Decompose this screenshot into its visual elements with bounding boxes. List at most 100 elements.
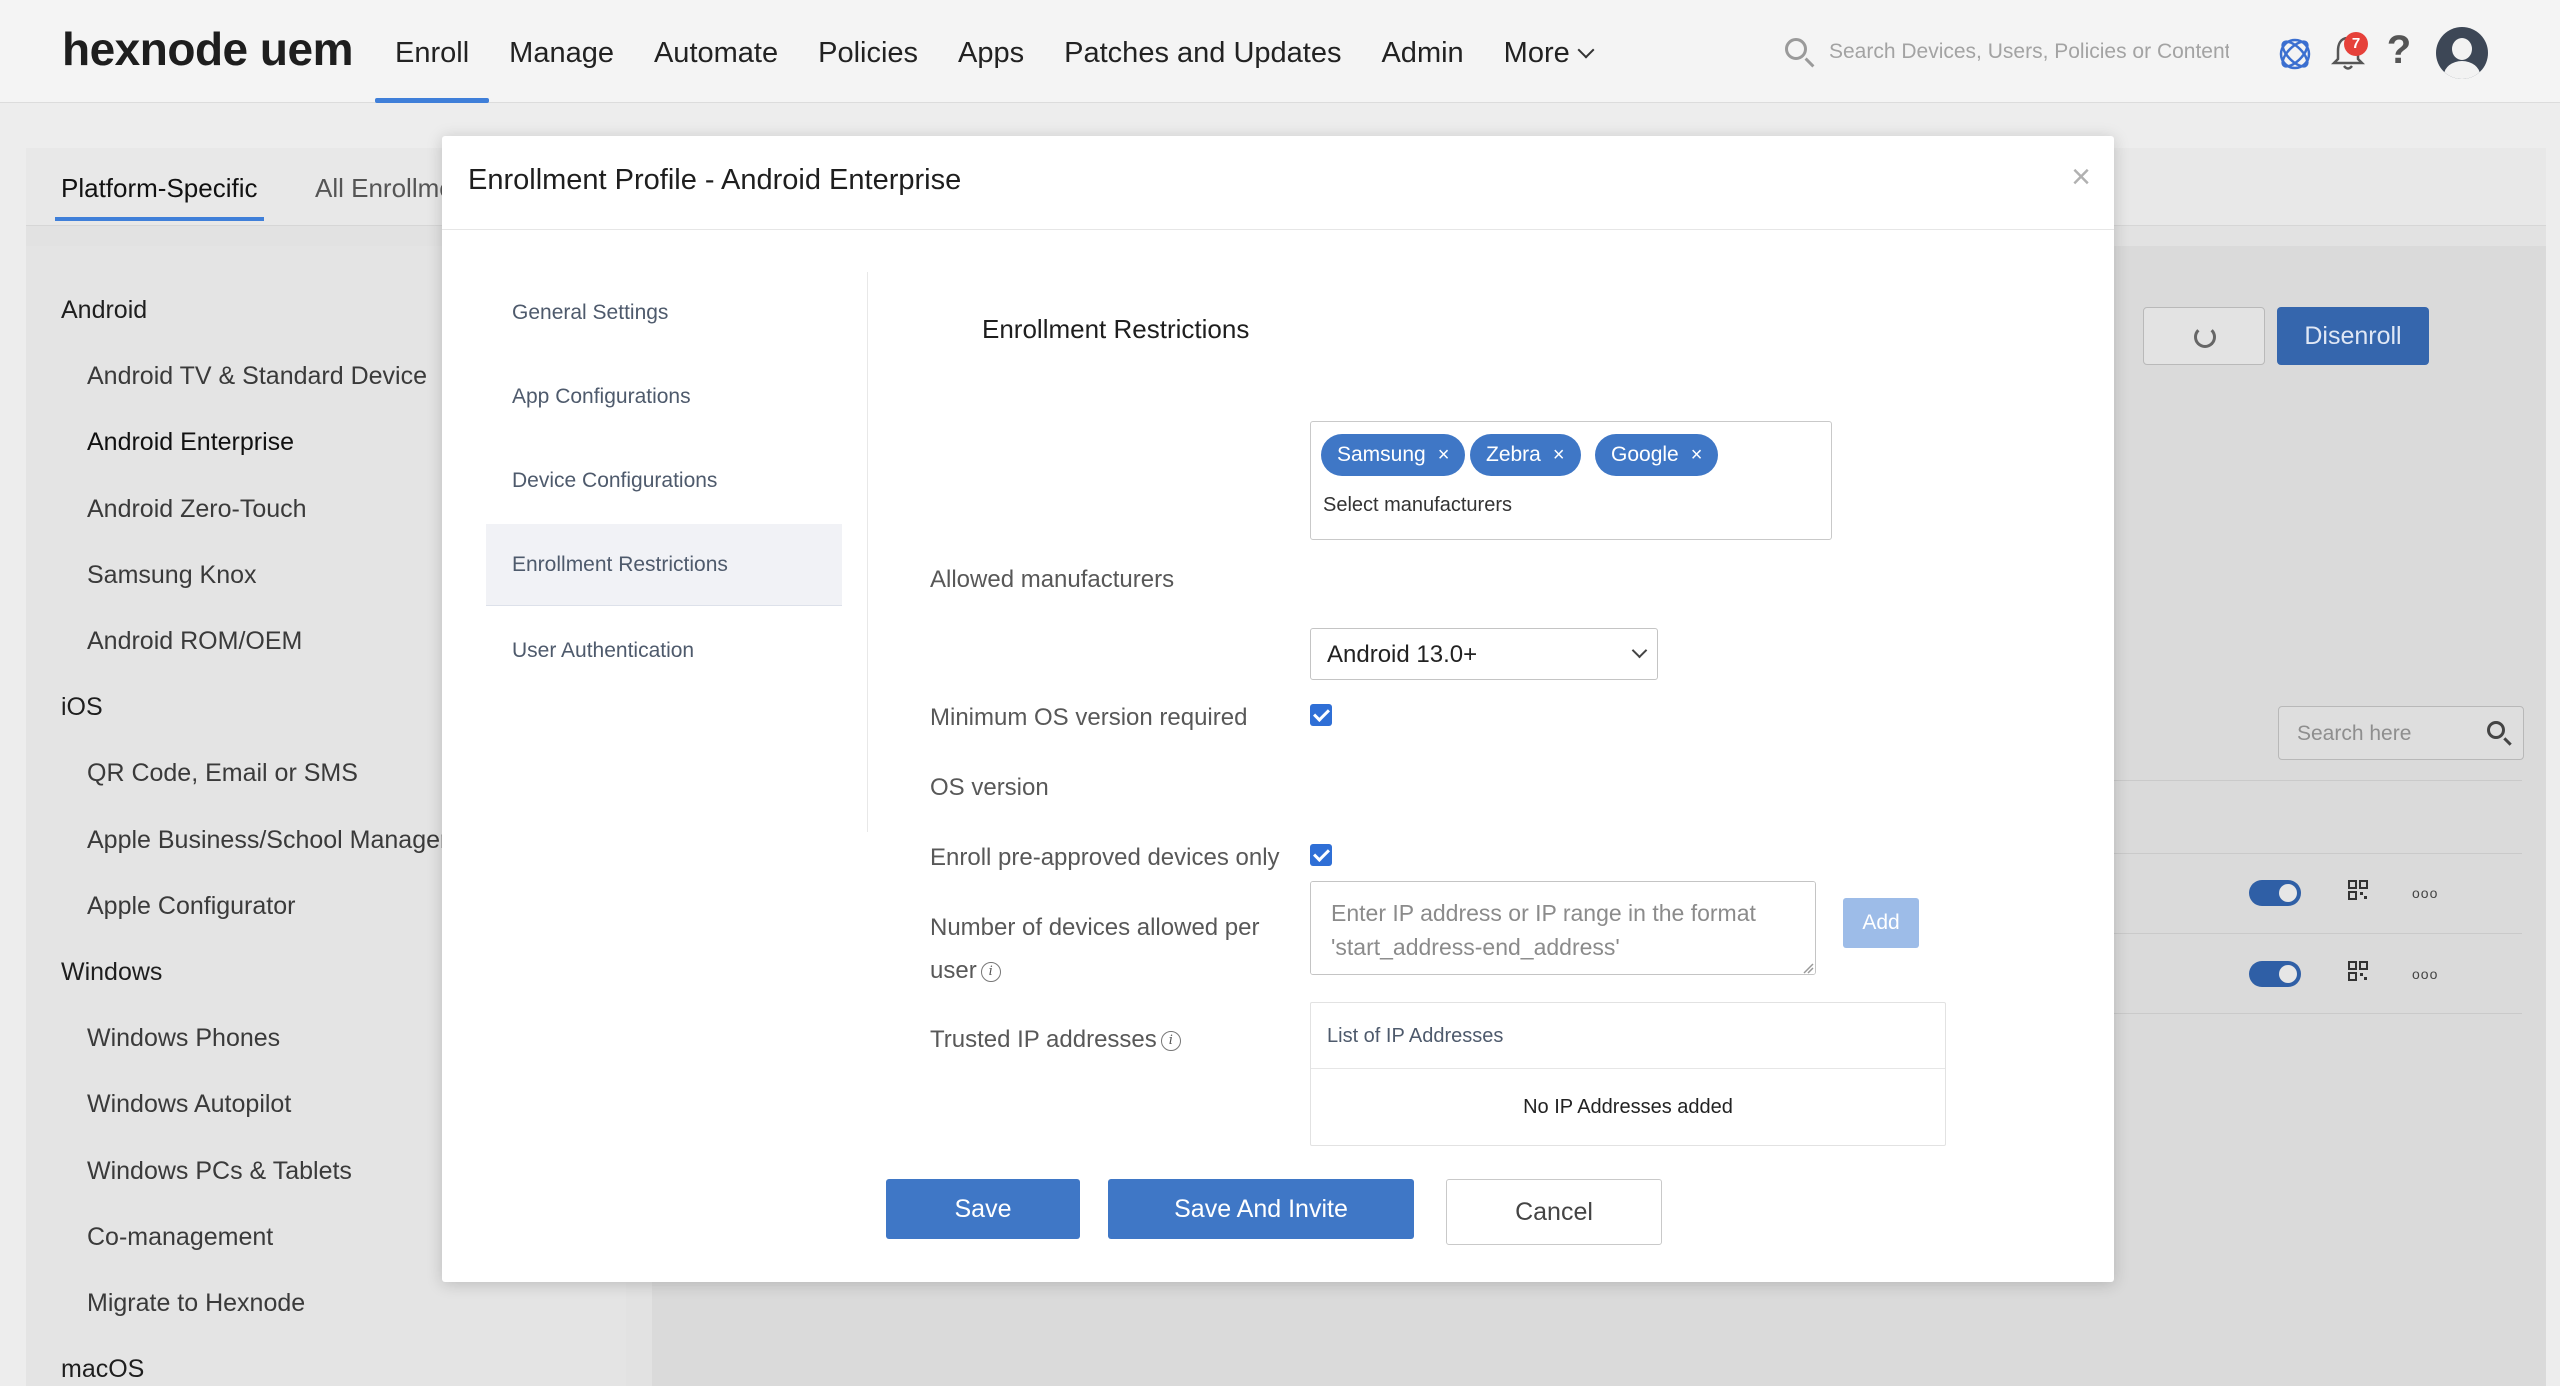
manufacturer-chip: Samsung × bbox=[1321, 434, 1466, 476]
allowed-manufacturers-label-text: Allowed manufacturers bbox=[930, 566, 1175, 593]
devices-per-user-label: Number of devices allowed per user i bbox=[930, 906, 1260, 992]
sidebar-item[interactable]: Apple Business/School Manager bbox=[87, 826, 448, 855]
nav-automate[interactable]: Automate bbox=[634, 0, 798, 103]
modal-title: Enrollment Profile - Android Enterprise bbox=[468, 164, 962, 196]
avatar-head bbox=[2452, 38, 2472, 60]
devices-per-user-label-line2: user bbox=[930, 957, 977, 984]
refresh-button[interactable] bbox=[2143, 307, 2265, 365]
sidebar-group-heading: iOS bbox=[61, 693, 103, 721]
hexnode-logo[interactable]: hexnode uem bbox=[62, 22, 354, 76]
sidebar-item[interactable]: Android TV & Standard Device bbox=[87, 362, 427, 391]
sidebar-item[interactable]: Migrate to Hexnode bbox=[87, 1289, 305, 1318]
sidebar-item[interactable]: Samsung Knox bbox=[87, 561, 257, 590]
devices-per-user-label-line1: Number of devices allowed per bbox=[930, 914, 1260, 941]
sidebar-item[interactable]: Windows Autopilot bbox=[87, 1090, 291, 1119]
sidebar-group-heading: Windows bbox=[61, 958, 163, 986]
qr-code-icon[interactable] bbox=[2348, 961, 2368, 981]
info-icon[interactable]: i bbox=[1160, 1030, 1181, 1051]
modal-nav-app-configurations[interactable]: App Configurations bbox=[486, 356, 842, 438]
section-title: Enrollment Restrictions bbox=[982, 314, 1250, 344]
network-icon[interactable] bbox=[2275, 34, 2315, 74]
save-button[interactable]: Save bbox=[886, 1179, 1080, 1239]
sidebar-item[interactable]: QR Code, Email or SMS bbox=[87, 759, 358, 788]
modal-nav-enrollment-restrictions[interactable]: Enrollment Restrictions bbox=[486, 524, 842, 606]
nav-admin[interactable]: Admin bbox=[1361, 0, 1483, 103]
resize-handle-icon[interactable] bbox=[1802, 962, 1814, 974]
chevron-down-icon bbox=[1631, 642, 1648, 659]
os-version-value: Android 13.0+ bbox=[1327, 641, 1478, 668]
modal-header: Enrollment Profile - Android Enterprise … bbox=[442, 136, 2114, 230]
close-icon[interactable]: × bbox=[2066, 158, 2096, 197]
qr-code-icon[interactable] bbox=[2348, 880, 2368, 900]
enrollment-profile-modal: Enrollment Profile - Android Enterprise … bbox=[442, 136, 2114, 1282]
nav-apps[interactable]: Apps bbox=[938, 0, 1044, 103]
table-divider bbox=[2112, 780, 2522, 781]
nav-more-label: More bbox=[1503, 37, 1570, 69]
sidebar-item[interactable]: Windows PCs & Tablets bbox=[87, 1157, 352, 1186]
sidebar-group-heading: macOS bbox=[61, 1355, 145, 1383]
modal-nav-device-configurations[interactable]: Device Configurations bbox=[486, 440, 842, 522]
refresh-icon bbox=[2194, 326, 2216, 348]
chip-remove-icon[interactable]: × bbox=[1438, 444, 1450, 466]
info-icon[interactable]: i bbox=[980, 961, 1001, 982]
trusted-ip-label: Trusted IP addresses i bbox=[930, 1018, 1181, 1061]
sidebar-group-heading: Android bbox=[61, 296, 148, 324]
ip-address-list: List of IP Addresses No IP Addresses add… bbox=[1310, 1002, 1946, 1146]
modal-nav-divider bbox=[867, 272, 868, 832]
more-options-icon[interactable]: ooo bbox=[2412, 886, 2440, 900]
ip-list-empty-state: No IP Addresses added bbox=[1523, 1096, 1733, 1118]
os-version-label: OS version bbox=[930, 774, 1049, 801]
top-bar: hexnode uem Enroll Manage Automate Polic… bbox=[0, 0, 2560, 103]
avatar[interactable] bbox=[2436, 27, 2488, 79]
chip-label: Google bbox=[1611, 443, 1679, 466]
nav-manage[interactable]: Manage bbox=[489, 0, 634, 103]
help-icon[interactable]: ? bbox=[2384, 28, 2414, 73]
sidebar-item[interactable]: Windows Phones bbox=[87, 1024, 280, 1053]
global-search bbox=[1785, 34, 2229, 70]
add-ip-button[interactable]: Add bbox=[1843, 898, 1919, 948]
enable-toggle[interactable] bbox=[2249, 961, 2301, 987]
manufacturer-chip: Google × bbox=[1595, 434, 1719, 476]
sidebar-item[interactable]: Co-management bbox=[87, 1223, 273, 1252]
pre-approved-checkbox[interactable] bbox=[1310, 844, 1332, 866]
trusted-ip-input[interactable] bbox=[1310, 881, 1816, 975]
os-version-select[interactable]: Android 13.0+ bbox=[1310, 628, 1658, 680]
device-search bbox=[2278, 706, 2524, 760]
sidebar-item[interactable]: Android Zero-Touch bbox=[87, 495, 307, 524]
manufacturers-select[interactable]: Samsung × Zebra × Google × Select manufactu… bbox=[1310, 421, 1832, 540]
sidebar-item[interactable]: Android Enterprise bbox=[87, 428, 294, 457]
chip-remove-icon[interactable]: × bbox=[1553, 444, 1565, 466]
search-icon[interactable] bbox=[2487, 721, 2505, 739]
main-nav: Enroll Manage Automate Policies Apps Pat… bbox=[375, 0, 1612, 103]
nav-patches-and-updates[interactable]: Patches and Updates bbox=[1044, 0, 1361, 103]
ip-list-header: List of IP Addresses bbox=[1311, 1003, 1945, 1069]
table-divider bbox=[2112, 853, 2522, 854]
chip-label: Zebra bbox=[1486, 443, 1541, 466]
more-options-icon[interactable]: ooo bbox=[2412, 967, 2440, 981]
modal-nav-general-settings[interactable]: General Settings bbox=[486, 272, 842, 354]
min-os-checkbox[interactable] bbox=[1310, 704, 1332, 726]
nav-policies[interactable]: Policies bbox=[798, 0, 938, 103]
global-search-input[interactable] bbox=[1829, 34, 2229, 70]
avatar-body bbox=[2444, 61, 2480, 79]
nav-more[interactable]: More bbox=[1484, 0, 1612, 103]
tab-all-enrollments[interactable]: All Enrollme bbox=[315, 173, 454, 204]
disenroll-button[interactable]: Disenroll bbox=[2277, 307, 2429, 365]
table-divider bbox=[2112, 933, 2522, 934]
cancel-button[interactable]: Cancel bbox=[1446, 1179, 1662, 1245]
sidebar-item[interactable]: Android ROM/OEM bbox=[87, 627, 302, 656]
enable-toggle[interactable] bbox=[2249, 880, 2301, 906]
sidebar-item[interactable]: Apple Configurator bbox=[87, 892, 295, 921]
search-icon bbox=[1785, 38, 1807, 60]
manufacturer-chip: Zebra × bbox=[1470, 434, 1581, 476]
pre-approved-label: Enroll pre-approved devices only bbox=[930, 844, 1280, 871]
chip-remove-icon[interactable]: × bbox=[1691, 444, 1703, 466]
tab-platform-specific[interactable]: Platform-Specific bbox=[55, 173, 263, 221]
chip-label: Samsung bbox=[1337, 443, 1426, 466]
table-divider bbox=[2112, 1013, 2522, 1014]
modal-nav-user-authentication[interactable]: User Authentication bbox=[486, 610, 842, 692]
save-and-invite-button[interactable]: Save And Invite bbox=[1108, 1179, 1414, 1239]
device-search-input[interactable] bbox=[2297, 717, 2477, 751]
nav-enroll[interactable]: Enroll bbox=[375, 0, 490, 103]
trusted-ip-label-text: Trusted IP addresses bbox=[930, 1026, 1157, 1053]
